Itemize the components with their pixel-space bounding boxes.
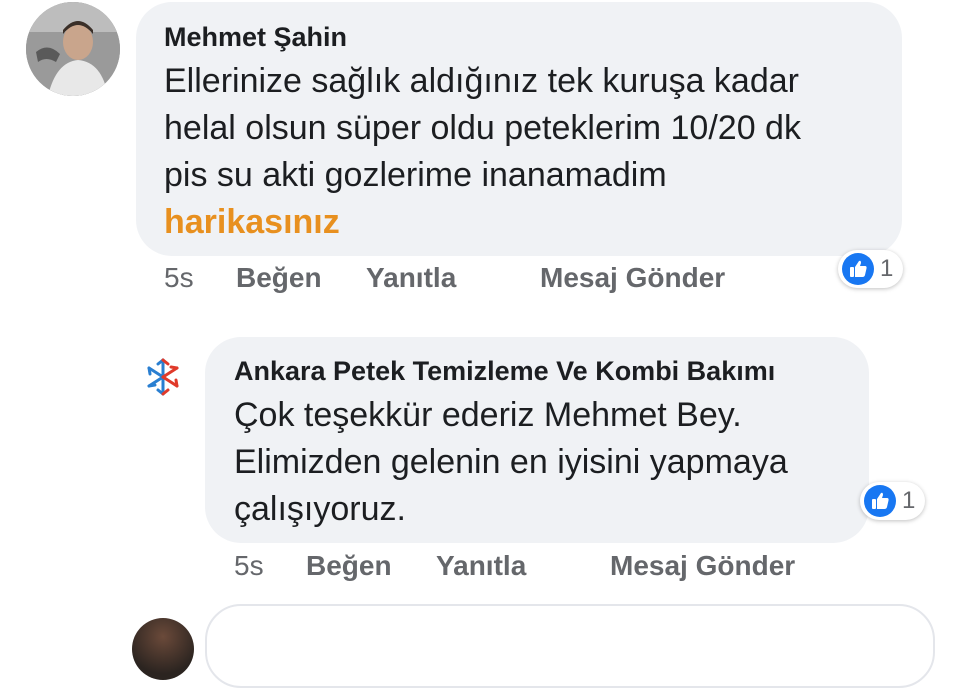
comment-text: Çok teşekkür ederiz Mehmet Bey. Elimizde… (234, 392, 788, 533)
reaction-badge[interactable]: 1 (838, 250, 904, 288)
comment-line: Elimizden gelenin en iyisini yapmaya (234, 443, 788, 481)
reaction-badge[interactable]: 1 (860, 482, 926, 520)
comment-actions: 5s Beğen Yanıtla Mesaj Gönder (0, 550, 960, 586)
reply-button[interactable]: Yanıtla (366, 262, 456, 294)
comment-line: Çok teşekkür ederiz Mehmet Bey. (234, 396, 742, 434)
comment-line: helal olsun süper oldu peteklerim 10/20 … (164, 109, 801, 147)
avatar-mehmet[interactable] (26, 2, 120, 96)
reaction-count: 1 (902, 487, 916, 514)
comment-time[interactable]: 5s (164, 262, 194, 294)
avatar-photo-image (26, 2, 120, 96)
comment-author[interactable]: Mehmet Şahin (164, 22, 347, 53)
like-button[interactable]: Beğen (236, 262, 322, 294)
avatar-company-logo[interactable] (138, 352, 188, 402)
comment-time[interactable]: 5s (234, 550, 264, 582)
comment-line: Ellerinize sağlık aldığınız tek kuruşa k… (164, 62, 799, 100)
send-message-button[interactable]: Mesaj Gönder (610, 550, 795, 582)
reply-button[interactable]: Yanıtla (436, 550, 526, 582)
reply-input-box[interactable] (205, 604, 935, 688)
like-icon (864, 485, 896, 517)
comment-line: pis su akti gozlerime inanamadim (164, 156, 667, 194)
comment-line: çalışıyoruz. (234, 490, 406, 528)
comment-highlight: harikasınız (164, 203, 340, 241)
comment-text: Ellerinize sağlık aldığınız tek kuruşa k… (164, 58, 801, 246)
avatar-current-user[interactable] (132, 618, 194, 680)
comment-actions: 5s Beğen Yanıtla Mesaj Gönder (0, 262, 960, 298)
reaction-count: 1 (880, 255, 894, 282)
comment-author[interactable]: Ankara Petek Temizleme Ve Kombi Bakımı (234, 356, 775, 387)
like-button[interactable]: Beğen (306, 550, 392, 582)
like-icon (842, 253, 874, 285)
snowflake-flame-logo-icon (147, 358, 179, 396)
send-message-button[interactable]: Mesaj Gönder (540, 262, 725, 294)
